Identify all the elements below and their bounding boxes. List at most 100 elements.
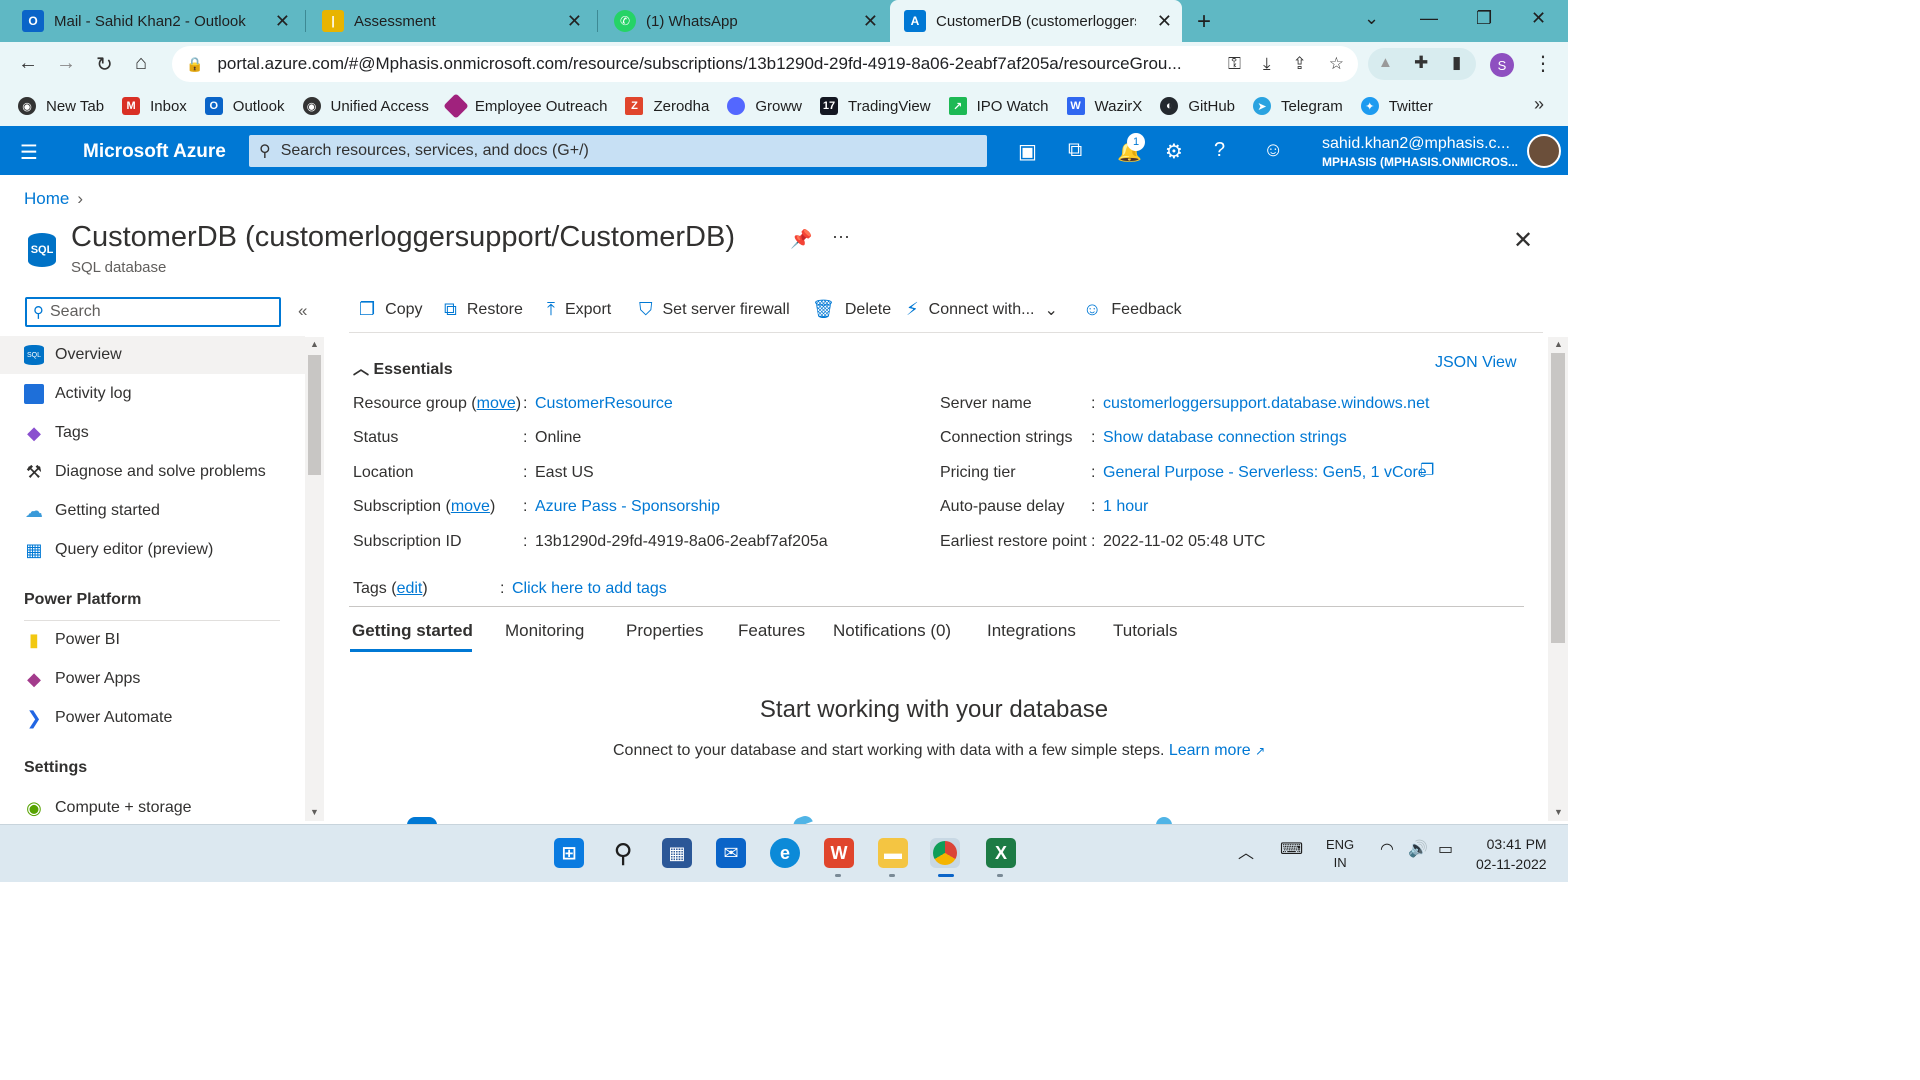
- json-view-link[interactable]: JSON View: [1435, 354, 1517, 372]
- add-tags-link[interactable]: Click here to add tags: [512, 580, 667, 598]
- directory-filter-icon[interactable]: ⧉: [1068, 139, 1082, 162]
- browser-tab-whatsapp[interactable]: ✆ (1) WhatsApp ✕: [592, 0, 888, 42]
- bookmark-ipo-watch[interactable]: ↗ IPO Watch: [948, 97, 1049, 115]
- tab-integrations[interactable]: Integrations: [987, 621, 1076, 641]
- wifi-icon[interactable]: ◠: [1380, 839, 1394, 859]
- nav-item-compute-storage[interactable]: ◉ Compute + storage: [0, 789, 305, 827]
- close-window-icon[interactable]: ✕: [1531, 8, 1546, 29]
- puzzle-icon[interactable]: ✚: [1414, 53, 1428, 73]
- install-icon[interactable]: ⤓: [1263, 54, 1271, 74]
- browser-tab-outlook[interactable]: O Mail - Sahid Khan2 - Outlook ✕: [0, 0, 300, 42]
- tab-search-icon[interactable]: ⌄: [1364, 8, 1379, 29]
- tab-notifications[interactable]: Notifications (0): [833, 621, 951, 641]
- star-icon[interactable]: ☆: [1329, 54, 1344, 74]
- file-explorer-icon[interactable]: ▬: [878, 838, 908, 868]
- wps-icon[interactable]: W: [824, 838, 854, 868]
- address-bar[interactable]: 🔒 portal.azure.com/#@Mphasis.onmicrosoft…: [172, 46, 1358, 82]
- clock[interactable]: 03:41 PM 02-11-2022: [1476, 834, 1547, 874]
- home-icon[interactable]: ⌂: [135, 52, 147, 75]
- windows-start-icon[interactable]: ⊞: [554, 838, 584, 868]
- copy-button[interactable]: ❐ Copy: [359, 299, 423, 320]
- more-bookmarks-icon[interactable]: »: [1534, 94, 1544, 115]
- nav-item-power-apps[interactable]: ◆ Power Apps: [0, 660, 305, 698]
- azure-brand[interactable]: Microsoft Azure: [83, 141, 226, 163]
- search-icon[interactable]: ⚲: [608, 838, 638, 868]
- feedback-icon[interactable]: ☺: [1263, 139, 1283, 162]
- global-search-input[interactable]: ⚲ Search resources, services, and docs (…: [249, 135, 987, 167]
- breadcrumb-home[interactable]: Home: [24, 189, 69, 208]
- subscription-value[interactable]: Azure Pass - Sponsorship: [535, 498, 720, 516]
- tab-tutorials[interactable]: Tutorials: [1113, 621, 1178, 641]
- menu-icon[interactable]: ⋮: [1533, 51, 1553, 76]
- bookmark-zerodha[interactable]: Z Zerodha: [625, 97, 709, 115]
- nav-item-query-editor[interactable]: ▦ Query editor (preview): [0, 531, 305, 569]
- copy-to-clipboard-icon[interactable]: ❐: [1420, 460, 1434, 480]
- collapse-nav-icon[interactable]: «: [298, 301, 307, 321]
- browser-tab-assessment[interactable]: | Assessment ✕: [300, 0, 592, 42]
- bookmark-telegram[interactable]: ➤ Telegram: [1253, 97, 1343, 115]
- share-icon[interactable]: ⇪: [1293, 54, 1307, 74]
- bookmark-new-tab[interactable]: ◉ New Tab: [18, 97, 104, 115]
- scrollbar-thumb[interactable]: [308, 355, 321, 475]
- restore-button[interactable]: ⧉ Restore: [444, 299, 523, 320]
- learn-more-link[interactable]: Learn more: [1169, 742, 1251, 759]
- connection-strings-link[interactable]: Show database connection strings: [1103, 429, 1347, 447]
- bookmark-outlook[interactable]: O Outlook: [204, 97, 285, 115]
- move-resource-group-link[interactable]: move: [477, 395, 516, 412]
- export-button[interactable]: ⤒ Export: [547, 299, 611, 320]
- minimize-icon[interactable]: —: [1420, 8, 1438, 29]
- sidepanel-icon[interactable]: ▮: [1452, 53, 1461, 73]
- input-language[interactable]: ENG IN: [1326, 836, 1354, 872]
- nav-item-activity-log[interactable]: Activity log: [0, 375, 305, 413]
- battery-icon[interactable]: ▭: [1438, 839, 1453, 859]
- chrome-icon[interactable]: [930, 838, 960, 868]
- nav-scrollbar[interactable]: ▲ ▼: [305, 337, 324, 821]
- connect-with-button[interactable]: ⚡ Connect with... ⌄: [906, 299, 1058, 320]
- excel-icon[interactable]: X: [986, 838, 1016, 868]
- back-icon[interactable]: ←: [18, 52, 38, 75]
- bookmark-unified-access[interactable]: ◉ Unified Access: [302, 97, 429, 115]
- scroll-up-icon[interactable]: ▲: [310, 339, 319, 349]
- tab-getting-started[interactable]: Getting started: [352, 621, 473, 641]
- bookmark-inbox[interactable]: M Inbox: [122, 97, 187, 115]
- essentials-toggle[interactable]: ︿ Essentials: [353, 355, 453, 379]
- delete-button[interactable]: 🗑 Delete: [812, 299, 891, 320]
- nav-search-input[interactable]: ⚲ Search: [25, 297, 281, 327]
- help-icon[interactable]: ?: [1214, 139, 1225, 162]
- bookmark-groww[interactable]: Groww: [727, 97, 802, 115]
- extension-icon[interactable]: ▲: [1378, 54, 1393, 71]
- bookmark-twitter[interactable]: ✦ Twitter: [1360, 97, 1433, 115]
- close-blade-icon[interactable]: ✕: [1513, 226, 1533, 255]
- move-subscription-link[interactable]: move: [451, 498, 490, 515]
- nav-item-power-bi[interactable]: ▮ Power BI: [0, 621, 305, 659]
- scroll-down-icon[interactable]: ▼: [310, 807, 319, 817]
- mail-icon[interactable]: ✉: [716, 838, 746, 868]
- store-icon[interactable]: ▦: [662, 838, 692, 868]
- pin-icon[interactable]: 📌: [790, 229, 812, 250]
- auto-pause-value[interactable]: 1 hour: [1103, 498, 1148, 516]
- profile-avatar[interactable]: S: [1490, 53, 1514, 77]
- reload-icon[interactable]: ↻: [96, 52, 113, 77]
- scroll-up-icon[interactable]: ▲: [1554, 339, 1563, 349]
- more-options-icon[interactable]: ···: [832, 226, 850, 247]
- close-icon[interactable]: ✕: [567, 11, 582, 32]
- bookmark-wazirx[interactable]: W WazirX: [1066, 97, 1142, 115]
- cloud-shell-icon[interactable]: ▣: [1018, 139, 1037, 164]
- forward-icon[interactable]: →: [56, 52, 76, 75]
- tab-properties[interactable]: Properties: [626, 621, 703, 641]
- bookmark-tradingview[interactable]: 17 TradingView: [820, 97, 931, 115]
- nav-item-getting-started[interactable]: ☁ Getting started: [0, 492, 305, 530]
- settings-gear-icon[interactable]: ⚙: [1165, 139, 1183, 164]
- resource-group-value[interactable]: CustomerResource: [535, 395, 673, 413]
- chevron-up-icon[interactable]: ︿: [1238, 839, 1254, 863]
- nav-item-diagnose[interactable]: ⚒ Diagnose and solve problems: [0, 453, 305, 491]
- scrollbar-thumb[interactable]: [1551, 353, 1565, 643]
- bookmark-employee-outreach[interactable]: Employee Outreach: [443, 93, 607, 119]
- new-tab-button[interactable]: +: [1197, 8, 1211, 36]
- close-icon[interactable]: ✕: [1157, 11, 1172, 32]
- server-name-value[interactable]: customerloggersupport.database.windows.n…: [1103, 395, 1429, 413]
- tab-monitoring[interactable]: Monitoring: [505, 621, 584, 641]
- restore-window-icon[interactable]: ❐: [1476, 8, 1492, 29]
- tab-features[interactable]: Features: [738, 621, 805, 641]
- account-menu[interactable]: sahid.khan2@mphasis.c... MPHASIS (MPHASI…: [1322, 135, 1518, 169]
